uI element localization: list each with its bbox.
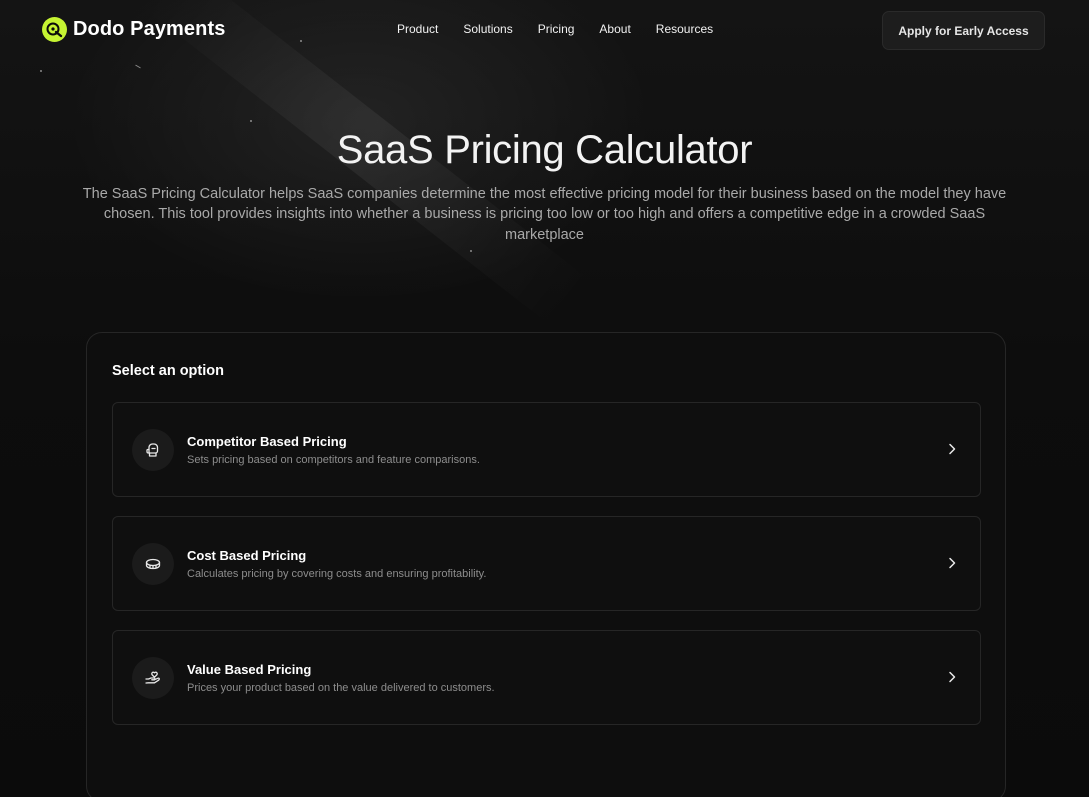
top-navigation: Dodo Payments Product Solutions Pricing … [0,0,1089,60]
option-title: Value Based Pricing [187,662,312,677]
options-card: Select an option Competitor Based Pricin… [86,332,1006,797]
options-card-title: Select an option [112,363,224,379]
nav-link-product[interactable]: Product [397,22,438,36]
background-star [470,250,472,252]
chevron-right-icon [944,669,960,685]
chevron-right-icon [944,441,960,457]
option-title: Competitor Based Pricing [187,434,347,449]
option-description: Calculates pricing by covering costs and… [187,568,487,580]
option-title: Cost Based Pricing [187,548,307,563]
chevron-right-icon [944,555,960,571]
background-star [250,120,252,122]
page-description: The SaaS Pricing Calculator helps SaaS c… [82,186,1007,243]
page: Dodo Payments Product Solutions Pricing … [0,0,1089,797]
nav-link-solutions[interactable]: Solutions [463,22,512,36]
page-title: SaaS Pricing Calculator [336,128,753,172]
nav-links: Product Solutions Pricing About Resource… [397,22,713,36]
option-value-based-pricing[interactable]: Value Based Pricing Prices your product … [112,630,981,725]
nav-link-resources[interactable]: Resources [656,22,713,36]
coins-icon [132,543,174,585]
apply-early-access-button[interactable]: Apply for Early Access [882,11,1045,50]
hand-heart-icon [132,657,174,699]
brand-name: Dodo Payments [73,18,226,40]
option-cost-based-pricing[interactable]: Cost Based Pricing Calculates pricing by… [112,516,981,611]
option-competitor-based-pricing[interactable]: Competitor Based Pricing Sets pricing ba… [112,402,981,497]
dodo-logo-icon [42,17,67,42]
option-description: Sets pricing based on competitors and fe… [187,454,480,466]
boxing-glove-icon [132,429,174,471]
background-star [40,70,42,72]
background-star [135,64,141,69]
nav-link-pricing[interactable]: Pricing [538,22,575,36]
brand-logo-link[interactable]: Dodo Payments [42,17,225,42]
option-description: Prices your product based on the value d… [187,682,495,694]
nav-link-about[interactable]: About [599,22,630,36]
